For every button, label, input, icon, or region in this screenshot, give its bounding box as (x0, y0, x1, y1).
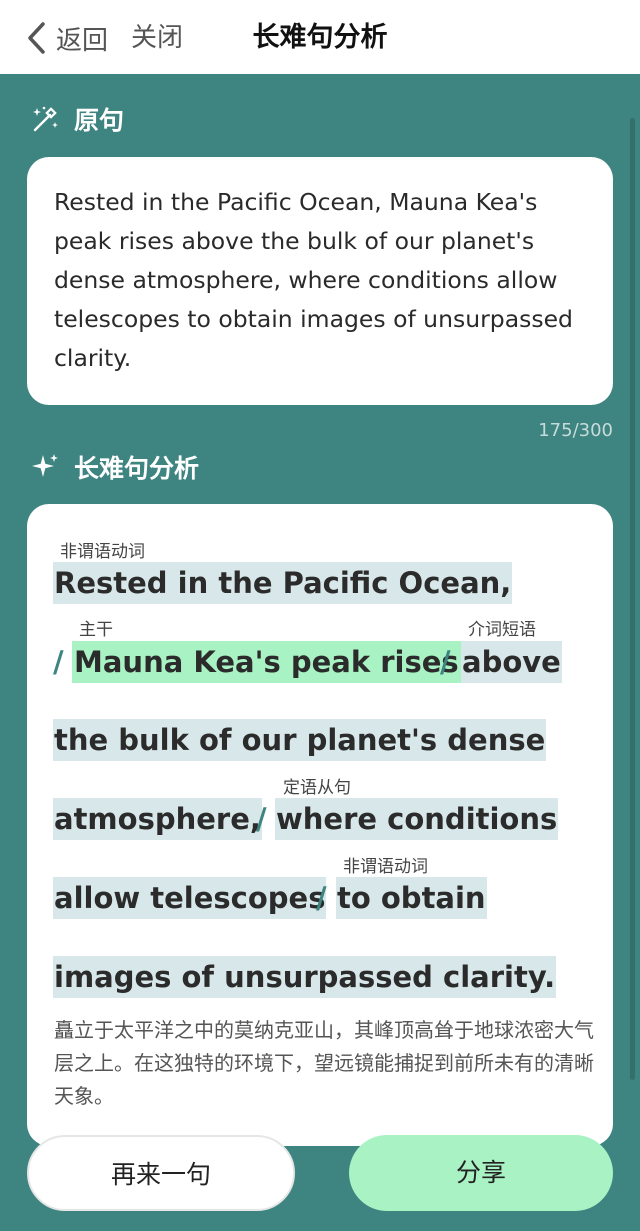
magic-wand-icon (33, 106, 58, 132)
tag-main-clause: 主干 (79, 620, 113, 640)
original-sentence-card[interactable]: Rested in the Pacific Ocean, Mauna Kea's… (27, 157, 613, 405)
original-section-header: 原句 (30, 101, 124, 137)
segment-prepositional-phrase-cont[interactable]: the bulk of our planet's dense (53, 719, 547, 761)
segment-nonfinite-phrase-2[interactable]: to obtain (336, 877, 487, 919)
page-title: 长难句分析 (252, 22, 388, 53)
segment-prepositional-phrase[interactable]: above (461, 641, 562, 683)
segment-main-clause[interactable]: Mauna Kea's peak rises (72, 641, 461, 683)
segment-nonfinite-phrase[interactable]: Rested in the Pacific Ocean, (53, 562, 513, 604)
segment-separator: / (440, 645, 451, 679)
character-count: 175/300 (538, 420, 613, 441)
another-sentence-button[interactable]: 再来一句 (27, 1135, 295, 1211)
segment-separator: / (256, 802, 267, 836)
tag-nonfinite-verb: 非谓语动词 (60, 542, 145, 562)
scrollbar[interactable] (630, 118, 635, 1080)
analysis-section-title: 长难句分析 (74, 454, 200, 483)
segment-separator: / (316, 881, 327, 915)
segment-separator: / (53, 645, 64, 679)
tag-attributive-clause: 定语从句 (283, 778, 351, 798)
original-sentence-text[interactable]: Rested in the Pacific Ocean, Mauna Kea's… (54, 183, 585, 378)
original-section-title: 原句 (74, 106, 125, 135)
segment-prepositional-phrase-end[interactable]: atmosphere, (53, 798, 262, 840)
analysis-section-header: 长难句分析 (30, 449, 199, 485)
analysis-card: 非谓语动词 Rested in the Pacific Ocean, 主干 介词… (27, 504, 613, 1146)
share-button[interactable]: 分享 (349, 1135, 613, 1211)
segment-nonfinite-phrase-2-cont[interactable]: images of unsurpassed clarity. (53, 956, 557, 998)
tag-nonfinite-verb: 非谓语动词 (343, 857, 428, 877)
segment-attributive-clause-cont[interactable]: allow telescopes (53, 877, 327, 919)
sparkle-icon (32, 454, 58, 477)
navigation-bar: 返回 关闭 长难句分析 (0, 0, 640, 74)
tag-prepositional-phrase: 介词短语 (468, 620, 536, 640)
chinese-translation: 矗立于太平洋之中的莫纳克亚山，其峰顶高耸于地球浓密大气层之上。在这独特的环境下，… (54, 1018, 594, 1108)
segment-attributive-clause[interactable]: where conditions (275, 798, 559, 840)
